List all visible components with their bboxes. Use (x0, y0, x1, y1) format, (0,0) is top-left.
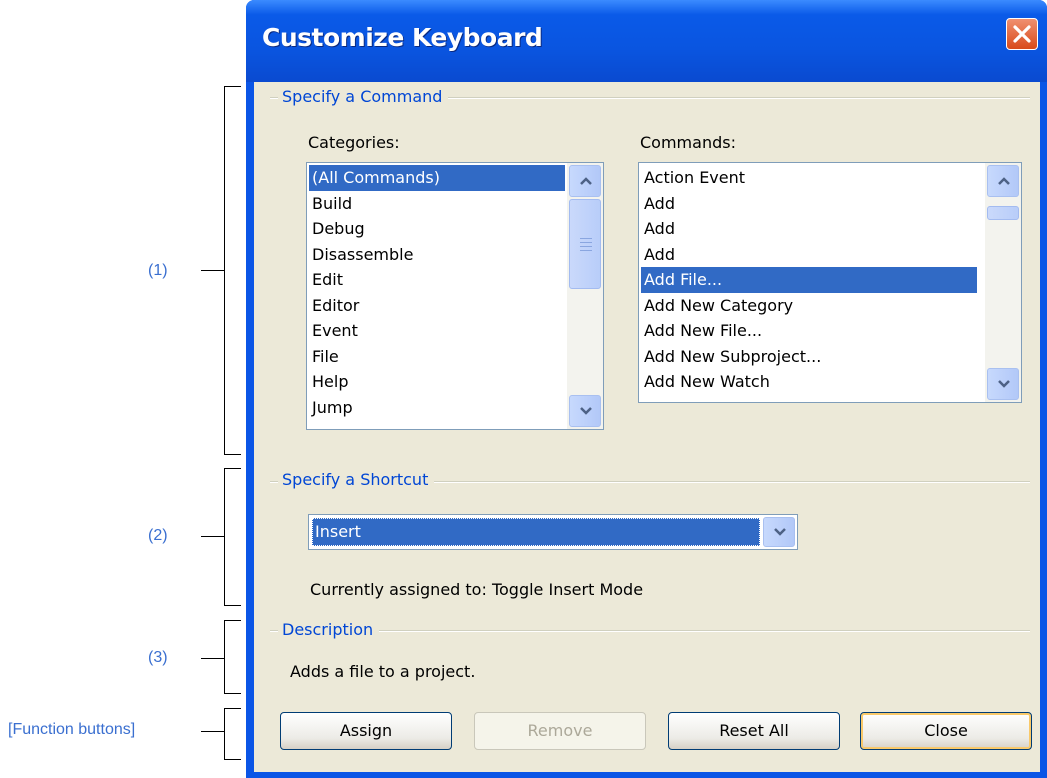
commands-label: Commands: (640, 133, 736, 152)
shortcut-dropdown-button[interactable] (763, 517, 795, 547)
command-item[interactable]: Add New File... (641, 318, 977, 344)
commands-list: Action Event Add Add Add Add File... Add… (641, 165, 977, 395)
command-item[interactable]: Add New Subproject... (641, 344, 977, 370)
currently-assigned-text: Currently assigned to: Toggle Insert Mod… (310, 580, 644, 599)
command-group-title: Specify a Command (278, 87, 449, 106)
categories-listbox[interactable]: (All Commands) Build Debug Disassemble E… (306, 162, 604, 430)
shortcut-group-title: Specify a Shortcut (278, 470, 435, 489)
commands-listbox[interactable]: Action Event Add Add Add Add File... Add… (638, 162, 1022, 403)
grip-line (580, 238, 592, 239)
command-item[interactable]: Add (641, 216, 977, 242)
command-item[interactable]: Add (641, 242, 977, 268)
chevron-up-icon (580, 177, 592, 185)
annotation-2-label: (2) (148, 527, 168, 544)
category-item-file[interactable]: File (309, 344, 565, 370)
annotation-3-label: (3) (148, 649, 168, 666)
command-item[interactable]: Add New Watch (641, 369, 977, 395)
categories-scroll-down-button[interactable] (569, 395, 601, 427)
reset-all-button[interactable]: Reset All (668, 712, 840, 750)
description-text: Adds a file to a project. (290, 662, 476, 681)
commands-scrollbar[interactable] (985, 163, 1021, 402)
customize-keyboard-dialog: Customize Keyboard Specify a Command Cat… (246, 0, 1047, 778)
annotation-4-bracket (224, 708, 241, 760)
description-group-divider (270, 630, 1030, 632)
category-item-all-commands[interactable]: (All Commands) (309, 165, 565, 191)
shortcut-field[interactable]: Insert (312, 518, 760, 546)
commands-scroll-up-button[interactable] (987, 165, 1019, 197)
dialog-client-area: Specify a Command Categories: Commands: … (254, 82, 1040, 772)
annotation-3-bracket (224, 620, 241, 694)
annotation-1-label: (1) (148, 262, 168, 279)
annotation-1-line (201, 270, 225, 271)
commands-scroll-thumb[interactable] (987, 206, 1019, 220)
annotation-3-line (201, 658, 225, 659)
annotation-4-line (201, 731, 225, 732)
annotation-1-bracket (224, 86, 241, 455)
category-item-disassemble[interactable]: Disassemble (309, 242, 565, 268)
annotation-2-line (201, 536, 225, 537)
command-item[interactable]: Add New Category (641, 293, 977, 319)
chevron-down-icon (998, 380, 1010, 388)
category-item-editor[interactable]: Editor (309, 293, 565, 319)
close-window-button[interactable] (1006, 18, 1038, 50)
category-item-jump[interactable]: Jump (309, 395, 565, 421)
category-item-edit[interactable]: Edit (309, 267, 565, 293)
close-icon (1013, 25, 1031, 43)
command-item[interactable]: Action Event (641, 165, 977, 191)
chevron-up-icon (998, 177, 1010, 185)
title-bar[interactable]: Customize Keyboard (246, 0, 1047, 82)
grip-line (580, 250, 592, 251)
category-item-debug[interactable]: Debug (309, 216, 565, 242)
category-item-help[interactable]: Help (309, 369, 565, 395)
annotation-2-bracket (224, 468, 241, 606)
chevron-down-icon (774, 528, 786, 536)
remove-button[interactable]: Remove (474, 712, 646, 750)
commands-scroll-down-button[interactable] (987, 368, 1019, 400)
categories-scroll-thumb[interactable] (569, 199, 601, 289)
description-group-title: Description (278, 620, 380, 639)
categories-scroll-up-button[interactable] (569, 165, 601, 197)
category-item-build[interactable]: Build (309, 191, 565, 217)
command-item[interactable]: Add (641, 191, 977, 217)
categories-label: Categories: (308, 133, 400, 152)
annotation-function-buttons-label: [Function buttons] (8, 721, 136, 738)
chevron-down-icon (580, 407, 592, 415)
categories-scrollbar[interactable] (567, 163, 603, 429)
shortcut-combobox[interactable]: Insert (308, 514, 798, 550)
grip-line (580, 242, 592, 243)
category-item-event[interactable]: Event (309, 318, 565, 344)
close-button[interactable]: Close (860, 712, 1032, 750)
grip-line (580, 246, 592, 247)
dialog-title: Customize Keyboard (262, 23, 543, 52)
command-item-selected[interactable]: Add File... (641, 267, 977, 293)
assign-button[interactable]: Assign (280, 712, 452, 750)
categories-list: (All Commands) Build Debug Disassemble E… (309, 165, 565, 420)
